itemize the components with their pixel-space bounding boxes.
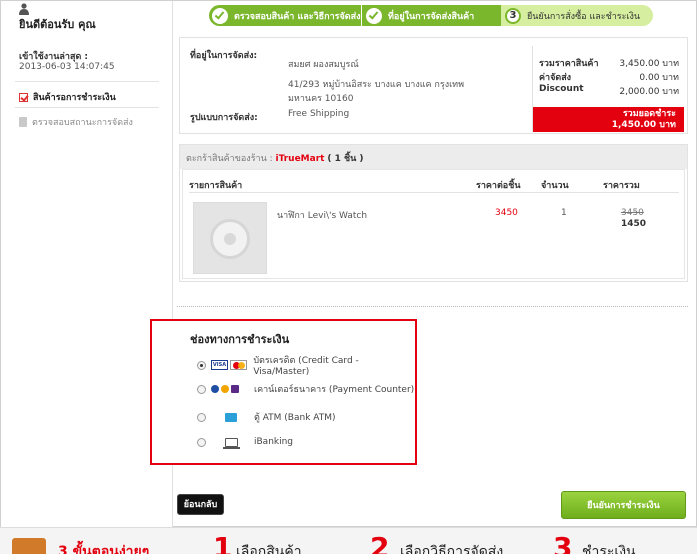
step-shipping-address: ที่อยู่ในการจัดส่งสินค้า xyxy=(361,5,501,26)
computer-icon xyxy=(211,437,254,449)
payment-option-ibanking[interactable]: iBanking xyxy=(197,437,294,449)
payment-option-label: เคาน์เตอร์ธนาคาร (Payment Counter) xyxy=(254,385,415,395)
address-line-1: 41/293 หมู่บ้านอิสระ บางแค บางแค กรุงเทพ xyxy=(288,80,465,90)
column-header: จำนวน xyxy=(541,181,569,191)
last-login-time: 2013-06-03 14:07:45 xyxy=(19,62,115,72)
radio-button[interactable] xyxy=(197,412,206,422)
discount-row: Discount 2,000.00 บาท xyxy=(539,84,679,97)
radio-button[interactable] xyxy=(197,360,206,370)
payment-title: ช่องทางการชำระเงิน xyxy=(190,333,290,346)
column-header: ราคาต่อชิ้น xyxy=(476,181,521,191)
discounted-total: 1450 xyxy=(621,219,647,229)
check-icon xyxy=(366,7,382,24)
subtotal-row: รวมราคาสินค้า 3,450.00 บาท xyxy=(539,59,679,69)
radio-button[interactable] xyxy=(197,437,206,447)
banner-step-label: เลือกสินค้า xyxy=(236,544,302,554)
payment-option-label: iBanking xyxy=(254,437,294,447)
last-login-label: เข้าใช้งานล่าสุด : xyxy=(19,52,89,62)
recipient-name: สมยศ ผองสมบูรณ์ xyxy=(288,60,359,70)
user-icon xyxy=(19,3,29,15)
sidebar-item-label: ตรวจสอบสถานะการจัดส่ง xyxy=(32,118,133,128)
sidebar-item-pending-payment[interactable]: สินค้ารอการชำระเงิน xyxy=(19,90,116,104)
sidebar: ยินดีต้อนรับ คุณ เข้าใช้งานล่าสุด : 2013… xyxy=(1,1,173,528)
check-icon xyxy=(212,7,228,24)
sidebar-divider xyxy=(15,81,159,82)
payment-option-label: ตู้ ATM (Bank ATM) xyxy=(254,413,336,423)
grand-total-label: รวมยอดชำระ xyxy=(622,109,676,119)
product-thumbnail[interactable] xyxy=(193,202,267,274)
order-totals: รวมราคาสินค้า 3,450.00 บาท ค่าจัดส่ง 0.0… xyxy=(532,46,684,132)
original-total: 3450 xyxy=(621,208,644,218)
visa-logo: VISA xyxy=(211,360,228,370)
grand-total-value: 1,450.00 บาท xyxy=(611,120,676,130)
divider xyxy=(189,192,679,193)
steps-banner: 3 ขั้นตอนง่ายๆ 1 เลือกสินค้า 2 เลือกวิธี… xyxy=(0,527,697,554)
unit-price: 3450 xyxy=(495,208,518,218)
welcome-text: ยินดีต้อนรับ คุณ xyxy=(19,18,96,31)
banner-step-number: 2 xyxy=(370,531,390,554)
banner-step-number: 1 xyxy=(213,531,233,554)
radio-button[interactable] xyxy=(197,384,206,394)
shipping-summary: ที่อยู่ในการจัดส่ง: สมยศ ผองสมบูรณ์ 41/2… xyxy=(179,37,688,134)
sidebar-divider xyxy=(15,107,159,108)
step-label: ยืนยันการสั่งซื้อ และชำระเงิน xyxy=(527,11,641,22)
quantity: 1 xyxy=(561,208,567,218)
checkbox-icon xyxy=(19,92,28,102)
address-label: ที่อยู่ในการจัดส่ง: xyxy=(190,51,258,61)
step-check-products: ตรวจสอบสินค้า และวิธีการจัดส่ง xyxy=(209,5,361,26)
step-number: 3 xyxy=(505,7,521,24)
step-label: ที่อยู่ในการจัดส่งสินค้า xyxy=(388,11,475,22)
item-count: ( 1 ชิ้น ) xyxy=(327,154,364,164)
banner-step-number: 3 xyxy=(553,531,573,554)
shipping-fee-row: ค่าจัดส่ง 0.00 บาท xyxy=(539,73,679,83)
payment-option-label: บัตรเครดิต (Credit Card - Visa/Master) xyxy=(253,356,359,377)
shipping-method-value: Free Shipping xyxy=(288,109,350,119)
banner-step-label: เลือกวิธีการจัดส่ง xyxy=(400,544,504,554)
sidebar-item-track-shipping[interactable]: ตรวจสอบสถานะการจัดส่ง xyxy=(19,115,133,129)
shipping-method-label: รูปแบบการจัดส่ง: xyxy=(190,113,258,123)
grand-total: รวมยอดชำระ 1,450.00 บาท xyxy=(533,107,684,132)
back-button[interactable]: ย้อนกลับ xyxy=(177,494,224,515)
payment-option-atm[interactable]: ตู้ ATM (Bank ATM) xyxy=(197,410,336,424)
store-name: iTrueMart xyxy=(275,154,325,164)
cart-summary: ตะกร้าสินค้าของร้าน : iTrueMart ( 1 ชิ้น… xyxy=(179,144,688,282)
credit-card-icon: VISA xyxy=(211,360,253,370)
column-header: ราคารวม xyxy=(603,181,640,191)
line-total: 3450 1450 xyxy=(621,208,646,230)
payment-methods: ช่องทางการชำระเงิน VISA บัตรเครดิต (Cred… xyxy=(150,319,417,465)
step-confirm-payment: 3 ยืนยันการสั่งซื้อ และชำระเงิน xyxy=(501,5,653,26)
address-line-2: มหานคร 10160 xyxy=(288,94,354,104)
payment-option-credit-card[interactable]: VISA บัตรเครดิต (Credit Card - Visa/Mast… xyxy=(197,353,415,377)
mastercard-logo xyxy=(230,360,247,370)
checkout-page: ยินดีต้อนรับ คุณ เข้าใช้งานล่าสุด : 2013… xyxy=(0,0,697,528)
shopping-bag-icon xyxy=(12,538,46,554)
banner-step-label: ชำระเงิน xyxy=(582,544,636,554)
bank-counter-icon xyxy=(211,385,254,393)
divider xyxy=(177,306,688,307)
document-icon xyxy=(19,117,27,127)
cart-table: รายการสินค้า ราคาต่อชิ้น จำนวน ราคารวม น… xyxy=(182,169,685,279)
confirm-payment-button[interactable]: ยืนยันการชำระเงิน xyxy=(561,491,686,519)
step-label: ตรวจสอบสินค้า และวิธีการจัดส่ง xyxy=(234,11,361,22)
payment-option-counter[interactable]: เคาน์เตอร์ธนาคาร (Payment Counter) xyxy=(197,382,414,396)
product-name[interactable]: นาฬิกา Levi\'s Watch xyxy=(277,208,367,222)
checkout-steps: ตรวจสอบสินค้า และวิธีการจัดส่ง ที่อยู่ใน… xyxy=(209,5,653,26)
cart-header: ตะกร้าสินค้าของร้าน : iTrueMart ( 1 ชิ้น… xyxy=(180,145,687,169)
atm-icon xyxy=(211,412,254,422)
column-header: รายการสินค้า xyxy=(189,181,243,191)
sidebar-item-label: สินค้ารอการชำระเงิน xyxy=(33,93,116,103)
banner-title: 3 ขั้นตอนง่ายๆ xyxy=(58,544,150,554)
